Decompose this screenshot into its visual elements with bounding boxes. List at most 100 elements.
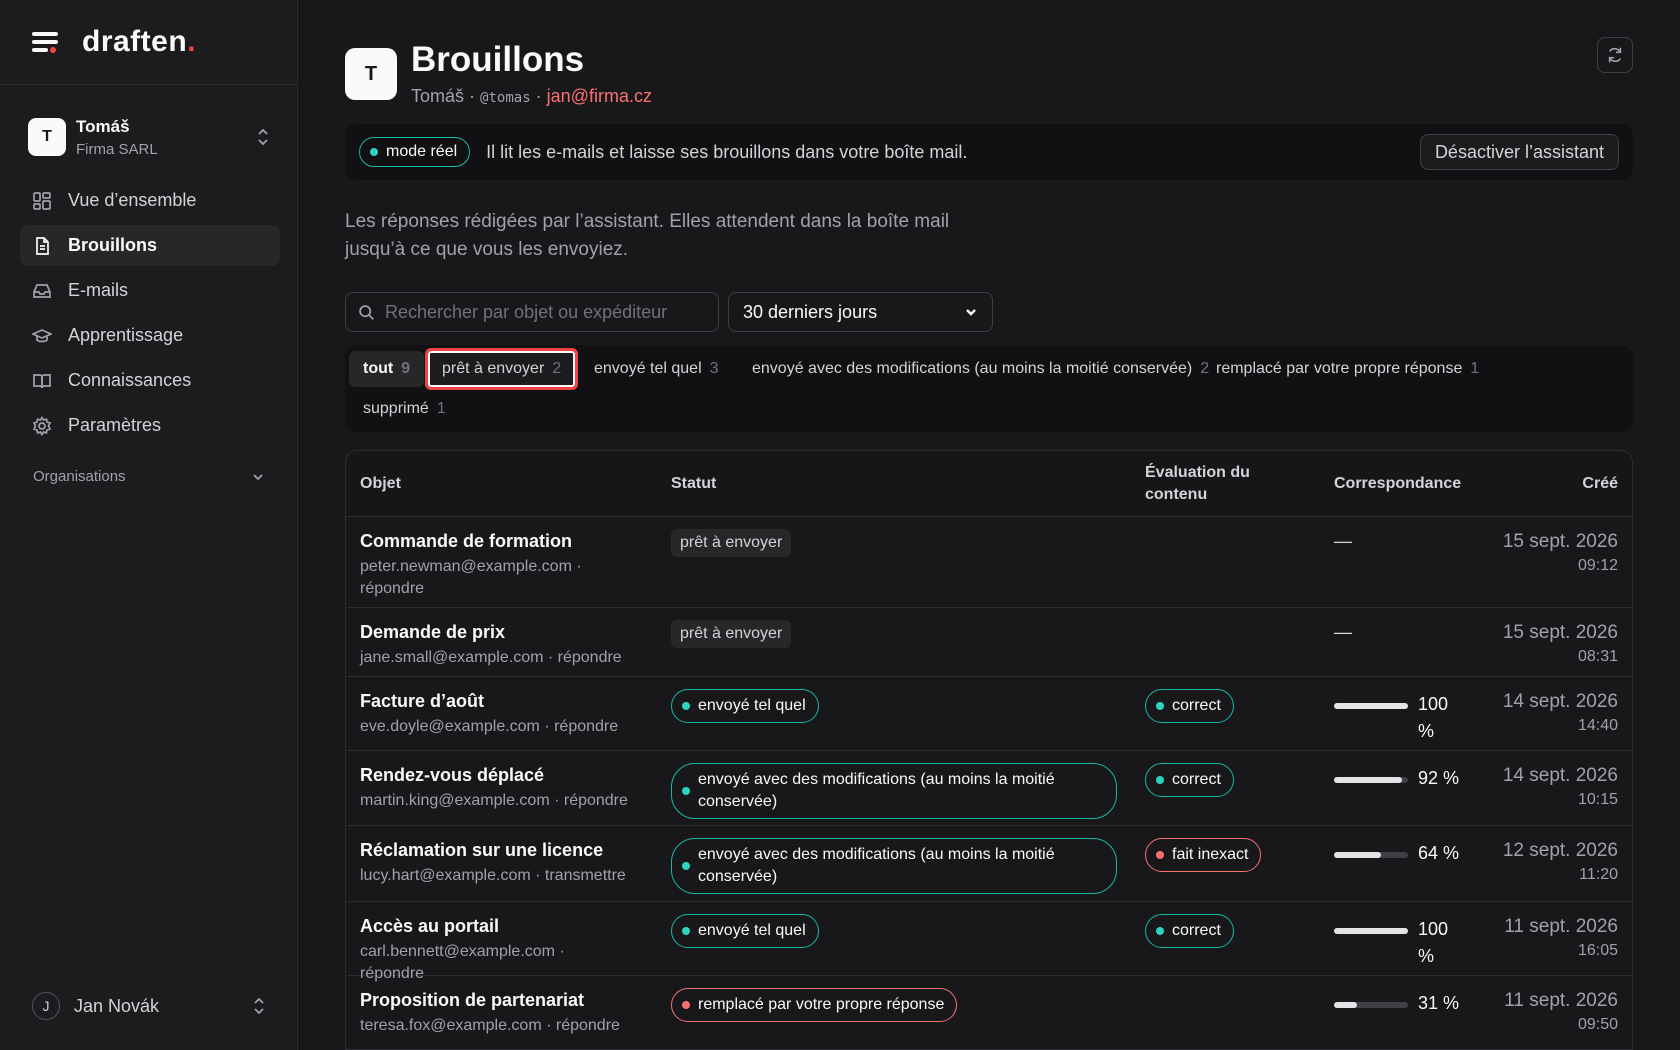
sidebar-item-label: Vue d’ensemble	[68, 190, 197, 210]
filter-chip-sent-modified[interactable]: envoyé avec des modifications (au moins …	[738, 351, 1223, 387]
status-dot-icon	[1156, 851, 1164, 859]
row-subject[interactable]: Demande de prix	[360, 622, 630, 643]
match-empty: —	[1334, 622, 1352, 642]
sidebar-item-settings[interactable]: Paramètres	[20, 405, 280, 446]
created-time: 08:31	[1577, 648, 1618, 665]
created-date: 15 sept. 2026	[1502, 531, 1618, 552]
page-subtitle: Tomáš · @tomas · jan@firma.cz	[411, 86, 652, 106]
column-created[interactable]: Créé	[1582, 473, 1618, 495]
row-meta: martin.king@example.com · répondre	[360, 792, 628, 809]
period-select[interactable]: 30 derniers jours	[728, 292, 993, 332]
document-icon	[32, 236, 52, 256]
header-avatar: T	[345, 48, 397, 100]
created-date: 12 sept. 2026	[1502, 840, 1618, 861]
table-row[interactable]: Accès au portail carl.bennett@example.com…	[346, 902, 1632, 982]
book-icon	[32, 371, 52, 391]
account-name: Tomáš	[76, 116, 130, 136]
row-subject[interactable]: Proposition de partenariat	[360, 990, 630, 1011]
chevron-down-icon	[253, 473, 263, 480]
inbox-icon	[32, 281, 52, 301]
evaluation-badge: fait inexact	[1145, 838, 1262, 872]
filter-chip-replaced[interactable]: remplacé par votre propre réponse 1	[1202, 351, 1493, 387]
sidebar-item-emails[interactable]: E-mails	[20, 270, 280, 311]
created-date: 14 sept. 2026	[1502, 765, 1618, 786]
created-time: 14:40	[1577, 717, 1618, 734]
sidebar-nav: Vue d’ensemble Brouillons E-mails Appren…	[20, 180, 280, 450]
brand-logo[interactable]: draften.	[82, 25, 196, 59]
evaluation-badge: correct	[1145, 763, 1234, 797]
match-cell: 92 %	[1334, 765, 1474, 792]
sidebar-item-overview[interactable]: Vue d’ensemble	[20, 180, 280, 221]
status-dot-icon	[1156, 702, 1164, 710]
row-subject[interactable]: Accès au portail	[360, 916, 630, 937]
row-meta: teresa.fox@example.com · répondre	[360, 1017, 620, 1034]
row-subject[interactable]: Facture d’août	[360, 691, 630, 712]
status-dot-icon	[682, 927, 690, 935]
user-menu[interactable]: J Jan Novák	[32, 992, 266, 1020]
page-title: Brouillons	[411, 40, 585, 79]
user-name: Jan Novák	[74, 995, 160, 1016]
table-header: Objet Statut Évaluation du contenu Corres…	[346, 451, 1632, 517]
search-icon	[359, 304, 374, 320]
intro-text: Les réponses rédigées par l’assistant. E…	[345, 211, 950, 260]
row-subject[interactable]: Commande de formation	[360, 531, 630, 552]
table-row[interactable]: Commande de formation peter.newman@exampl…	[346, 517, 1632, 608]
created-time: 09:50	[1577, 1016, 1618, 1033]
account-org: Firma SARL	[76, 140, 158, 158]
header-email-link[interactable]: jan@firma.cz	[547, 86, 652, 106]
match-bar	[1334, 703, 1408, 709]
table-row[interactable]: Réclamation sur une licence lucy.hart@exa…	[346, 826, 1632, 902]
column-evaluation[interactable]: Évaluation du contenu	[1145, 462, 1250, 506]
sidebar-item-knowledge[interactable]: Connaissances	[20, 360, 280, 401]
graduation-cap-icon	[32, 326, 52, 346]
status-badge: envoyé avec des modifications (au moins …	[671, 838, 1117, 894]
created-date: 15 sept. 2026	[1502, 622, 1618, 643]
table-row[interactable]: Rendez-vous déplacé martin.king@example.c…	[346, 751, 1632, 826]
sidebar-item-label: Paramètres	[68, 415, 162, 435]
match-value: 31 %	[1418, 993, 1460, 1013]
created-date: 11 sept. 2026	[1504, 916, 1618, 937]
status-dot-icon	[682, 1001, 690, 1009]
menu-icon[interactable]	[32, 30, 60, 54]
refresh-button[interactable]	[1597, 37, 1633, 73]
created-time: 16:05	[1577, 942, 1618, 959]
header-name: Tomáš	[411, 86, 465, 106]
row-meta: peter.newman@example.com · répondre	[360, 558, 582, 597]
table-row[interactable]: Facture d’août eve.doyle@example.com · ré…	[346, 677, 1632, 751]
row-subject[interactable]: Réclamation sur une licence	[360, 840, 630, 861]
filter-chip-sent-as-is[interactable]: envoyé tel quel 3	[580, 351, 733, 387]
column-status[interactable]: Statut	[671, 473, 716, 495]
account-switcher[interactable]: T Tomáš Firma SARL	[20, 105, 278, 169]
deactivate-assistant-button[interactable]: Désactiver l’assistant	[1419, 134, 1619, 170]
row-meta: eve.doyle@example.com · répondre	[360, 718, 619, 735]
status-badge: envoyé tel quel	[671, 689, 819, 723]
column-match[interactable]: Correspondance	[1334, 473, 1461, 495]
row-meta: lucy.hart@example.com · transmettre	[360, 867, 626, 884]
match-bar	[1334, 1002, 1408, 1008]
column-subject[interactable]: Objet	[360, 473, 401, 495]
status-dot-icon	[370, 148, 378, 156]
filter-chip-all[interactable]: tout 9	[349, 351, 425, 387]
created-time: 10:15	[1577, 791, 1618, 808]
row-subject[interactable]: Rendez-vous déplacé	[360, 765, 630, 786]
table-row[interactable]: Proposition de partenariat teresa.fox@exa…	[346, 976, 1632, 1050]
filter-chip-ready[interactable]: prêt à envoyer 2	[425, 348, 579, 390]
sidebar-item-learning[interactable]: Apprentissage	[20, 315, 280, 356]
created-date: 14 sept. 2026	[1502, 691, 1618, 712]
match-value: 64 %	[1418, 843, 1460, 863]
gear-icon	[32, 415, 52, 436]
table-row[interactable]: Demande de prix jane.small@example.com · …	[346, 608, 1632, 677]
match-value: 100%	[1418, 919, 1449, 966]
match-cell: 64 %	[1334, 840, 1474, 867]
sidebar: draften. T Tomáš Firma SARL Vue d’ensemb…	[0, 0, 298, 1050]
organisations-toggle[interactable]: Organisations	[33, 468, 265, 485]
chevron-updown-icon	[254, 997, 264, 1015]
status-dot-icon	[682, 862, 690, 870]
sidebar-item-drafts[interactable]: Brouillons	[20, 225, 280, 266]
period-select-value: 30 derniers jours	[743, 301, 878, 322]
match-value: 92 %	[1418, 768, 1460, 788]
brand-bar: draften.	[0, 0, 297, 85]
filter-chip-deleted[interactable]: supprimé 1	[349, 391, 460, 427]
search-input[interactable]	[385, 301, 705, 323]
created-time: 09:12	[1577, 557, 1618, 574]
